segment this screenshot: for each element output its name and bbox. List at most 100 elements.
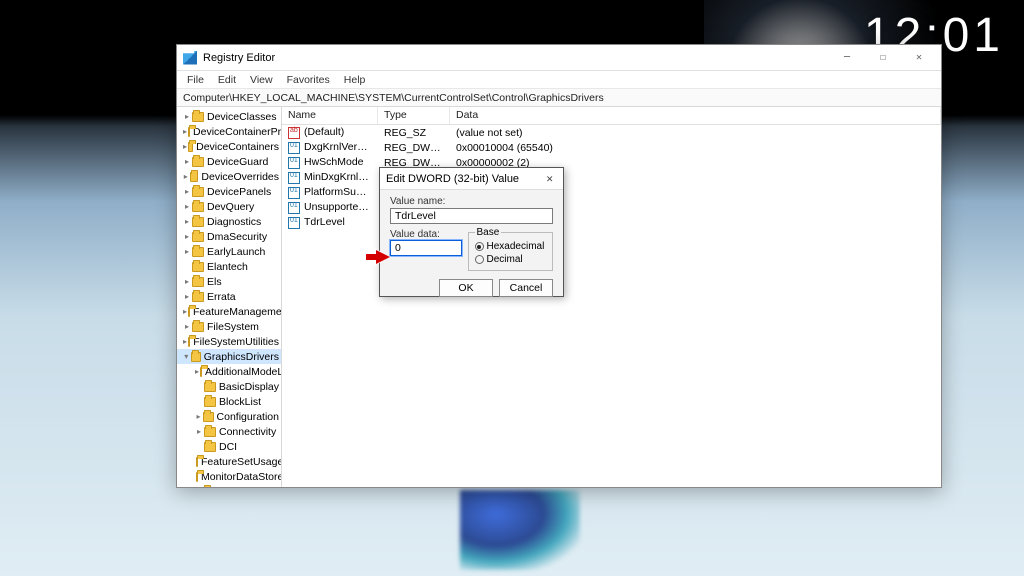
list-row[interactable]: (Default)REG_SZ(value not set) [282, 125, 941, 140]
tree-node[interactable]: ▸DeviceContainerPropert [177, 124, 281, 139]
folder-icon [192, 232, 204, 242]
address-bar[interactable]: Computer\HKEY_LOCAL_MACHINE\SYSTEM\Curre… [177, 89, 941, 107]
desktop-graphic [460, 490, 580, 570]
tree-node[interactable]: ▸Diagnostics [177, 214, 281, 229]
folder-icon [203, 412, 214, 422]
expand-icon[interactable]: ▸ [183, 110, 191, 124]
radio-dot-icon [475, 255, 484, 264]
expand-icon[interactable]: ▸ [183, 140, 187, 154]
ok-button[interactable]: OK [439, 279, 493, 297]
tree-node[interactable]: ScaleFactors [177, 484, 281, 487]
tree-label: Connectivity [219, 425, 276, 439]
tree-node[interactable]: ▸FileSystemUtilities [177, 334, 281, 349]
menu-file[interactable]: File [181, 73, 210, 87]
tree-node[interactable]: ▾ GraphicsDrivers [177, 349, 281, 364]
folder-icon [192, 262, 204, 272]
tree-node[interactable]: ▸FeatureManagement [177, 304, 281, 319]
expand-icon[interactable]: ▸ [183, 290, 191, 304]
dialog-titlebar[interactable]: Edit DWORD (32-bit) Value ✕ [380, 168, 563, 190]
expand-icon[interactable]: ▸ [183, 200, 191, 214]
value-data-field[interactable]: 0 [390, 240, 462, 256]
expand-icon[interactable]: ▸ [183, 215, 191, 229]
tree-node[interactable]: ▸ DeviceClasses [177, 109, 281, 124]
tree-node[interactable]: ▸AdditionalModeList [177, 364, 281, 379]
dword-value-icon [288, 217, 300, 229]
close-button[interactable]: ✕ [901, 46, 937, 70]
expand-icon[interactable]: ▸ [195, 365, 199, 379]
expand-icon[interactable]: ▸ [183, 275, 191, 289]
tree-node[interactable]: DCI [177, 439, 281, 454]
tree-node[interactable]: Elantech [177, 259, 281, 274]
maximize-button[interactable]: ☐ [865, 46, 901, 70]
radio-decimal[interactable]: Decimal [475, 253, 547, 266]
list-row[interactable]: DxgKrnlVersionREG_DWORD0x00010004 (65540… [282, 140, 941, 155]
col-data[interactable]: Data [450, 107, 941, 124]
expand-icon[interactable]: ▸ [183, 155, 191, 169]
expand-icon[interactable]: ▸ [183, 125, 187, 139]
tree-node[interactable]: ▸Configuration [177, 409, 281, 424]
tree-label: DCI [219, 440, 237, 454]
expand-icon[interactable]: ▸ [183, 170, 189, 184]
tree-label: GraphicsDrivers [204, 350, 279, 364]
tree-node[interactable]: ▸ Connectivity [177, 424, 281, 439]
titlebar[interactable]: Registry Editor ─ ☐ ✕ [177, 45, 941, 71]
tree-node[interactable]: ▸DeviceContainers [177, 139, 281, 154]
dialog-close-button[interactable]: ✕ [542, 172, 557, 185]
tree-node[interactable]: FeatureSetUsage [177, 454, 281, 469]
expand-icon[interactable]: ▸ [183, 245, 191, 259]
tree-node[interactable]: ▸Els [177, 274, 281, 289]
expand-icon[interactable]: ▸ [195, 410, 202, 424]
tree-label: BlockList [219, 395, 261, 409]
folder-icon [204, 382, 216, 392]
cancel-button[interactable]: Cancel [499, 279, 553, 297]
key-tree[interactable]: ▸DeviceClasses▸DeviceContainerPropert▸De… [177, 107, 282, 487]
dialog-buttons: OK Cancel [380, 275, 563, 305]
tree-label: ScaleFactors [218, 485, 279, 488]
tree-node[interactable]: ▸DmaSecurity [177, 229, 281, 244]
folder-icon [196, 457, 198, 467]
expand-icon[interactable]: ▸ [183, 230, 191, 244]
dialog-title: Edit DWORD (32-bit) Value [386, 173, 519, 185]
radio-hexadecimal[interactable]: Hexadecimal [475, 240, 547, 253]
value-name-field[interactable]: TdrLevel [390, 208, 553, 224]
folder-icon [192, 292, 204, 302]
expand-icon[interactable]: ▸ [183, 185, 191, 199]
tree-label: BasicDisplay [219, 380, 279, 394]
regedit-icon [183, 51, 197, 65]
menu-favorites[interactable]: Favorites [281, 73, 336, 87]
tree-node[interactable]: ▸DevQuery [177, 199, 281, 214]
expand-icon[interactable]: ▾ [183, 350, 190, 364]
tree-node[interactable]: ▸DeviceOverrides [177, 169, 281, 184]
menu-help[interactable]: Help [338, 73, 372, 87]
tree-node[interactable]: ▸ DeviceGuard [177, 154, 281, 169]
dword-value-icon [288, 187, 300, 199]
tree-label: DeviceGuard [207, 155, 268, 169]
dword-value-icon [288, 157, 300, 169]
value-name: UnsupportedMo... [304, 201, 378, 213]
folder-icon [200, 367, 202, 377]
col-type[interactable]: Type [378, 107, 450, 124]
menu-view[interactable]: View [244, 73, 279, 87]
expand-icon[interactable]: ▸ [183, 305, 187, 319]
menu-edit[interactable]: Edit [212, 73, 242, 87]
expand-icon[interactable]: ▸ [183, 335, 187, 349]
tree-node[interactable]: ▸DevicePanels [177, 184, 281, 199]
tree-node[interactable]: MonitorDataStore [177, 469, 281, 484]
dword-value-icon [288, 172, 300, 184]
expand-icon[interactable]: ▸ [183, 320, 191, 334]
edit-dword-dialog: Edit DWORD (32-bit) Value ✕ Value name: … [379, 167, 564, 297]
tree-node[interactable]: BlockList [177, 394, 281, 409]
radio-dot-icon [475, 242, 484, 251]
value-data: 0x00010004 (65540) [450, 142, 941, 154]
tree-node[interactable]: ▸FileSystem [177, 319, 281, 334]
minimize-button[interactable]: ─ [829, 46, 865, 70]
expand-icon[interactable]: ▸ [195, 425, 203, 439]
col-name[interactable]: Name [282, 107, 378, 124]
value-name: HwSchMode [304, 156, 364, 168]
tree-node[interactable]: BasicDisplay [177, 379, 281, 394]
tree-node[interactable]: ▸EarlyLaunch [177, 244, 281, 259]
value-name: (Default) [304, 126, 344, 138]
tree-node[interactable]: ▸Errata [177, 289, 281, 304]
window-controls: ─ ☐ ✕ [829, 46, 937, 70]
tree-label: DeviceClasses [207, 110, 276, 124]
